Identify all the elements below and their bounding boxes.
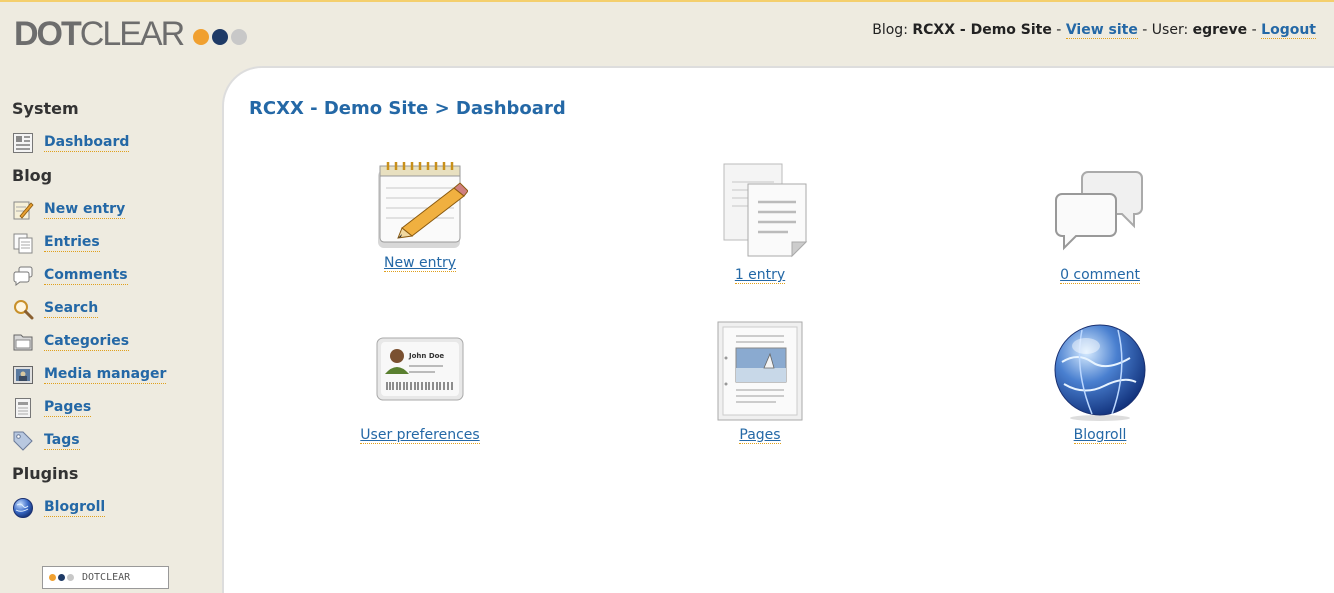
user-prefix: User:	[1151, 22, 1189, 38]
view-site-link[interactable]: View site	[1065, 22, 1138, 39]
documents-icon	[723, 163, 808, 258]
shortcut-label: 1 entry	[734, 267, 786, 284]
logout-link[interactable]: Logout	[1261, 22, 1316, 39]
shortcut-label: Blogroll	[1073, 427, 1127, 444]
sidebar-item-label: Blogroll	[44, 499, 106, 517]
sidebar-item-label: Search	[44, 300, 99, 318]
main-content: RCXX - Demo Site > Dashboard New entry 1…	[222, 66, 1334, 593]
shortcut-label: 0 comment	[1060, 267, 1140, 284]
speech-bubbles-icon	[1055, 171, 1143, 251]
pencil-icon	[13, 201, 34, 219]
sidebar-item-label: New entry	[44, 201, 126, 219]
dashboard-icon	[13, 132, 33, 153]
top-bar: DOTCLEAR Blog: RCXX - Demo Site - View s…	[0, 0, 1334, 66]
user-name: egreve	[1192, 22, 1248, 38]
shortcut-label: Pages	[739, 427, 781, 444]
section-blog: Blog	[12, 166, 53, 185]
header-info: Blog: RCXX - Demo Site - View site - Use…	[872, 22, 1316, 39]
blog-prefix: Blog:	[872, 22, 908, 38]
page-icon	[15, 397, 31, 418]
badge-text: DOTCLEAR	[82, 572, 131, 583]
shortcut-label: User preferences	[360, 427, 480, 444]
logo-text: DOTCLEAR	[14, 15, 185, 53]
shortcut-blogroll[interactable]: Blogroll	[1000, 318, 1200, 444]
svg-text:John Doe: John Doe	[408, 352, 444, 360]
tag-icon	[13, 431, 33, 451]
sidebar-item-label: Media manager	[44, 366, 167, 384]
sidebar-item-pages[interactable]: Pages	[12, 391, 222, 424]
sidebar-item-label: Dashboard	[44, 134, 130, 152]
sidebar-item-categories[interactable]: Categories	[12, 325, 222, 358]
sidebar-item-search[interactable]: Search	[12, 292, 222, 325]
blog-name: RCXX - Demo Site	[912, 22, 1052, 38]
sidebar: System Dashboard Blog New entry Entries …	[0, 66, 222, 593]
breadcrumb[interactable]: RCXX - Demo Site > Dashboard	[249, 98, 566, 119]
shortcut-new-entry[interactable]: New entry	[320, 160, 520, 272]
sidebar-item-label: Categories	[44, 333, 130, 351]
logo-dots	[193, 29, 248, 45]
sidebar-item-entries[interactable]: Entries	[12, 226, 222, 259]
sidebar-item-media-manager[interactable]: Media manager	[12, 358, 222, 391]
sidebar-item-new-entry[interactable]: New entry	[12, 193, 222, 226]
sidebar-item-label: Comments	[44, 267, 128, 285]
section-plugins: Plugins	[12, 464, 79, 483]
sidebar-item-tags[interactable]: Tags	[12, 424, 222, 457]
sidebar-item-dashboard[interactable]: Dashboard	[12, 126, 222, 159]
globe-icon	[1054, 324, 1146, 421]
entries-icon	[13, 233, 33, 253]
sidebar-item-label: Entries	[44, 234, 100, 252]
page-image-icon	[717, 321, 803, 421]
sidebar-item-label: Pages	[44, 399, 92, 417]
id-card-icon: John Doe	[376, 337, 464, 401]
comment-icon	[13, 266, 33, 286]
image-icon	[13, 365, 33, 384]
section-system: System	[12, 99, 79, 118]
dotclear-logo[interactable]: DOTCLEAR	[14, 14, 248, 54]
globe-icon	[13, 497, 33, 518]
notepad-pencil-icon	[378, 162, 468, 248]
sidebar-item-comments[interactable]: Comments	[12, 259, 222, 292]
folder-icon	[13, 334, 33, 350]
sidebar-item-label: Tags	[44, 432, 80, 450]
shortcut-entries[interactable]: 1 entry	[660, 160, 860, 284]
magnifier-icon	[14, 299, 34, 319]
shortcut-comments[interactable]: 0 comment	[1000, 160, 1200, 284]
badge-dots	[49, 574, 74, 581]
shortcut-label: New entry	[383, 255, 456, 272]
dotclear-badge[interactable]: DOTCLEAR	[42, 566, 169, 589]
shortcut-user-preferences[interactable]: John Doe User preferences	[320, 318, 520, 444]
shortcut-pages[interactable]: Pages	[660, 318, 860, 444]
sidebar-item-blogroll[interactable]: Blogroll	[12, 491, 222, 524]
